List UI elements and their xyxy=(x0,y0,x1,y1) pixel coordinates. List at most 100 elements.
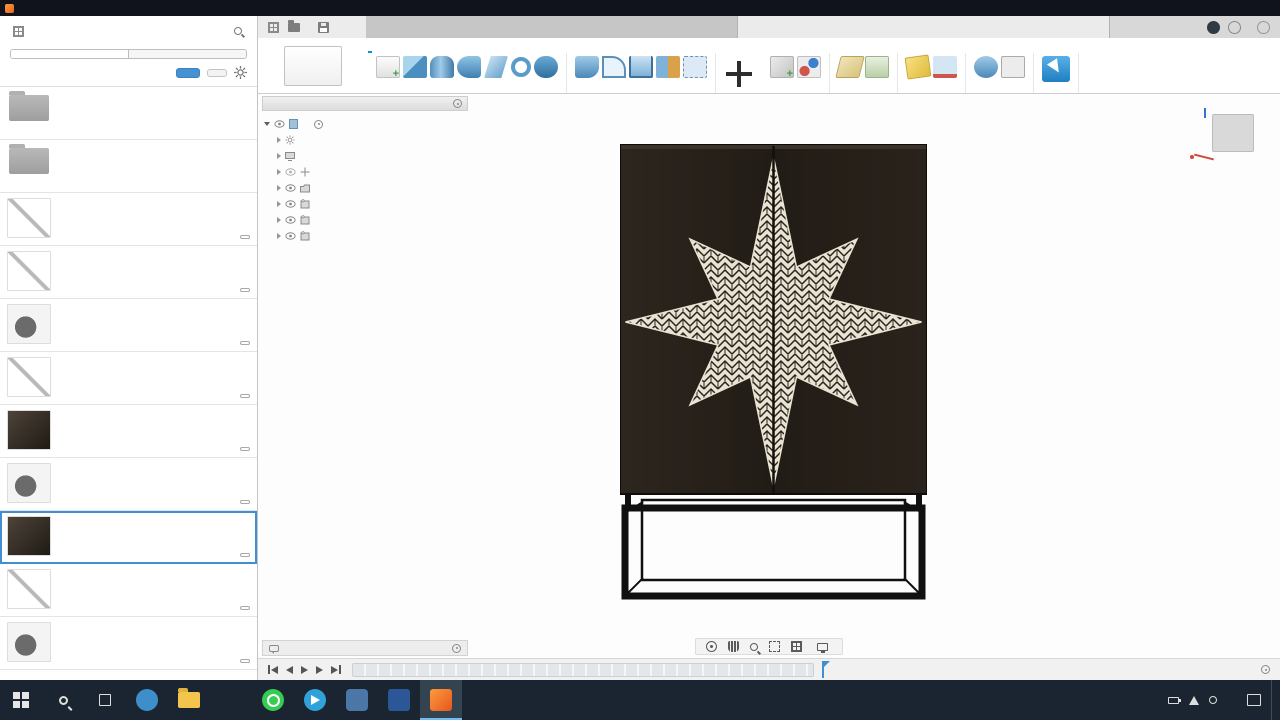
action-center-icon[interactable] xyxy=(1247,694,1261,706)
browser-item-named-views[interactable] xyxy=(277,148,468,164)
list-item-selected[interactable] xyxy=(0,511,257,564)
taskbar-search-icon[interactable] xyxy=(42,680,84,720)
zoom-icon[interactable] xyxy=(750,642,758,651)
doc-tab-1[interactable] xyxy=(366,16,738,38)
task-view-icon[interactable] xyxy=(84,680,126,720)
construct-dropdown[interactable] xyxy=(838,89,889,92)
model-canvas[interactable] xyxy=(258,94,1280,680)
volume-icon[interactable] xyxy=(1209,696,1217,704)
inspect-dropdown[interactable] xyxy=(906,89,957,92)
list-item[interactable] xyxy=(0,299,257,352)
upload-button[interactable] xyxy=(176,67,200,78)
doc-tab-2-active[interactable] xyxy=(738,16,1110,38)
go-to-end-button[interactable] xyxy=(331,665,341,674)
visibility-eye-icon[interactable] xyxy=(285,168,296,176)
cylinder-icon[interactable] xyxy=(430,56,454,78)
list-item-folder[interactable] xyxy=(0,87,257,140)
browser-item-metal[interactable] xyxy=(277,228,468,244)
app-grid-icon[interactable] xyxy=(13,25,24,37)
version-badge[interactable] xyxy=(240,553,250,557)
create-sketch-icon[interactable] xyxy=(376,56,400,80)
version-badge[interactable] xyxy=(240,341,250,345)
visibility-eye-icon[interactable] xyxy=(285,184,296,192)
workspace-selector[interactable] xyxy=(284,45,342,86)
go-to-start-button[interactable] xyxy=(268,665,278,674)
move-icon[interactable] xyxy=(724,59,754,89)
browser-item-document-settings[interactable] xyxy=(277,132,468,148)
show-desktop-button[interactable] xyxy=(1271,680,1276,720)
job-status-icon[interactable] xyxy=(1207,20,1220,34)
comments-options-icon[interactable] xyxy=(452,643,461,653)
caret-icon[interactable] xyxy=(277,217,281,223)
tab-people[interactable] xyxy=(128,50,246,58)
visibility-eye-icon[interactable] xyxy=(285,232,296,240)
caret-icon[interactable] xyxy=(277,153,281,159)
list-item[interactable] xyxy=(0,617,257,670)
list-item[interactable] xyxy=(0,193,257,246)
pan-icon[interactable] xyxy=(728,641,739,652)
timeline-marker[interactable] xyxy=(822,661,830,678)
construction-axis-icon[interactable] xyxy=(865,56,889,78)
timeline-feature-strip[interactable] xyxy=(352,662,814,677)
file-explorer-icon[interactable] xyxy=(168,680,210,720)
list-item[interactable] xyxy=(0,458,257,511)
display-settings-icon[interactable] xyxy=(817,643,828,653)
new-folder-button[interactable] xyxy=(207,68,227,77)
visibility-eye-icon[interactable] xyxy=(285,200,296,208)
list-item[interactable] xyxy=(0,246,257,299)
version-badge[interactable] xyxy=(240,606,250,610)
data-panel-toggle-icon[interactable] xyxy=(268,21,279,33)
assemble-dropdown[interactable] xyxy=(770,89,821,92)
grid-settings-icon[interactable] xyxy=(791,641,802,652)
shell-icon[interactable] xyxy=(629,56,653,78)
help-icon[interactable] xyxy=(1257,20,1270,34)
view-cube-face[interactable] xyxy=(1212,114,1254,152)
version-badge[interactable] xyxy=(240,500,250,504)
list-item[interactable] xyxy=(0,405,257,458)
browser-item-component2[interactable] xyxy=(277,196,468,212)
notification-badge[interactable] xyxy=(1228,20,1241,34)
expanded-caret-icon[interactable] xyxy=(264,122,270,126)
activate-radio-icon[interactable] xyxy=(314,119,323,129)
version-badge[interactable] xyxy=(240,288,250,292)
settings-gear-icon[interactable] xyxy=(234,66,247,79)
decal-icon[interactable] xyxy=(1001,56,1025,78)
pipe-icon[interactable] xyxy=(534,56,558,78)
word-icon[interactable] xyxy=(378,680,420,720)
fillet-icon[interactable] xyxy=(602,56,626,78)
orbit-icon[interactable] xyxy=(706,641,717,652)
list-item-folder[interactable] xyxy=(0,140,257,193)
new-tab-button[interactable] xyxy=(1110,16,1134,38)
version-badge[interactable] xyxy=(240,659,250,663)
measure-icon[interactable] xyxy=(904,54,932,80)
browser-header[interactable] xyxy=(262,96,468,111)
vk-icon[interactable] xyxy=(336,680,378,720)
battery-icon[interactable] xyxy=(1168,696,1181,704)
version-badge[interactable] xyxy=(240,235,250,239)
version-badge[interactable] xyxy=(240,394,250,398)
telegram-icon[interactable] xyxy=(294,680,336,720)
view-cube[interactable] xyxy=(1190,98,1260,161)
list-item[interactable] xyxy=(0,352,257,405)
cabinet-model[interactable] xyxy=(620,144,927,606)
coil-icon[interactable] xyxy=(511,57,531,77)
visibility-eye-icon[interactable] xyxy=(274,120,285,128)
insert-mesh-icon[interactable] xyxy=(974,56,998,78)
search-icon[interactable] xyxy=(234,27,242,35)
file-menu-icon[interactable] xyxy=(288,19,300,32)
fit-view-icon[interactable] xyxy=(769,641,780,652)
timeline-options-icon[interactable] xyxy=(1261,665,1270,674)
network-icon[interactable] xyxy=(1189,695,1199,705)
sweep-icon[interactable] xyxy=(484,56,508,78)
comments-bar[interactable] xyxy=(262,640,468,656)
tab-data[interactable] xyxy=(11,50,128,58)
caret-icon[interactable] xyxy=(277,233,281,239)
select-tool-icon[interactable] xyxy=(1042,56,1070,82)
browser-root-item[interactable] xyxy=(264,116,468,132)
edge-icon[interactable] xyxy=(210,680,252,720)
play-button[interactable] xyxy=(301,665,308,674)
box-icon[interactable] xyxy=(403,56,427,78)
joint-icon[interactable] xyxy=(797,56,821,78)
browser-app-icon[interactable] xyxy=(126,680,168,720)
browser-item-bodies[interactable] xyxy=(277,180,468,196)
